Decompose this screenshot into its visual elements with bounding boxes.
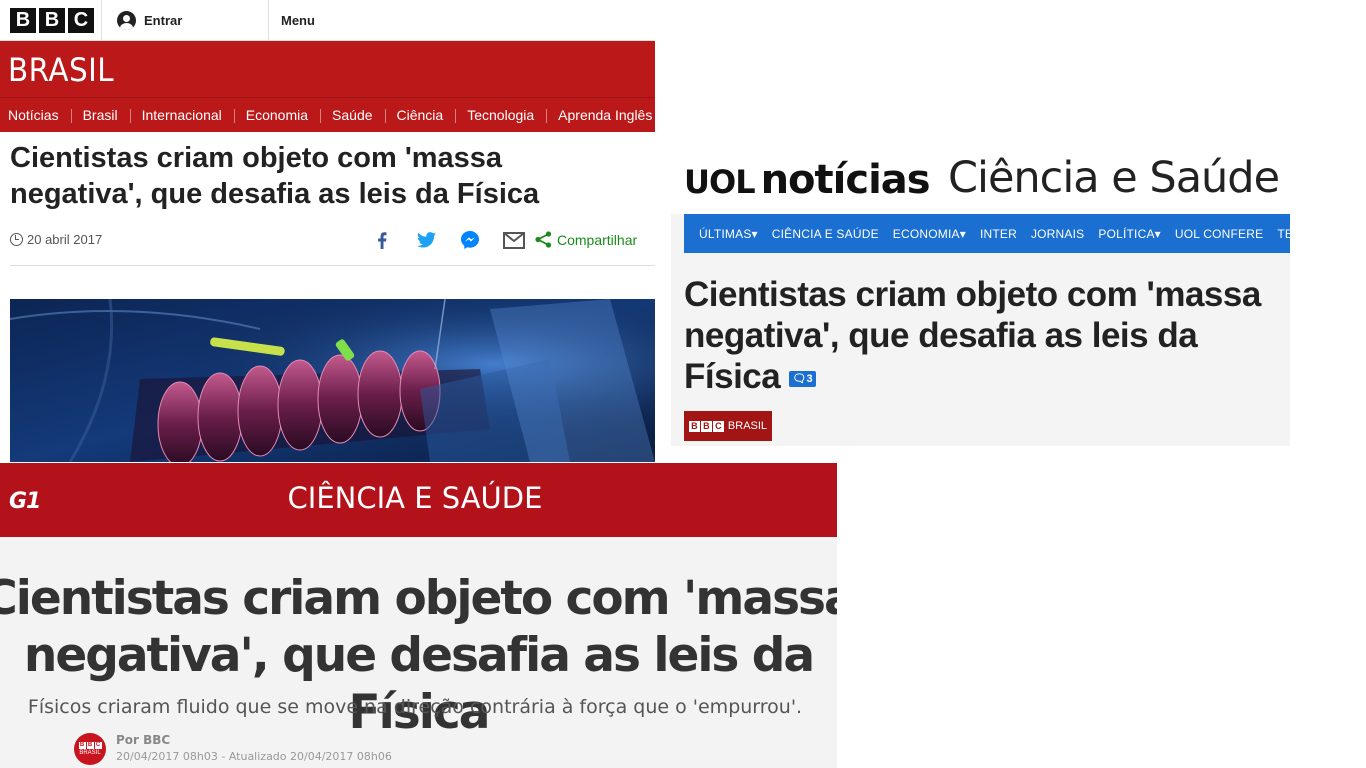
source-label: BRASIL [727, 420, 768, 432]
bbc-logo-letter: C [68, 8, 94, 33]
uol-section-title[interactable]: Ciência e Saúde [948, 153, 1280, 203]
nav-item-politica[interactable]: POLÍTICA▾ [1091, 227, 1168, 241]
nav-item-economia[interactable]: ECONOMIA▾ [886, 227, 973, 241]
nav-item-brasil[interactable]: Brasil [70, 98, 130, 132]
bbc-logo-letter: C [712, 420, 724, 432]
bbc-nav: Notícias Brasil Internacional Economia S… [0, 97, 655, 132]
nav-item-saude[interactable]: Saúde [320, 98, 384, 132]
nav-item-ciencia-e-saude[interactable]: CIÊNCIA E SAÚDE [765, 227, 886, 241]
bbc-brand-bar: BRASIL [0, 41, 655, 97]
divider [268, 0, 269, 41]
nav-item-tecnologia[interactable]: TECNOLOGIA [1270, 227, 1290, 241]
twitter-icon[interactable] [404, 228, 448, 252]
bbc-logo[interactable]: B B C [10, 8, 94, 33]
g1-subtitle: Físicos criaram fluido que se move na di… [27, 696, 803, 718]
bbc-mini-logo: B B C [78, 742, 102, 749]
comments-badge[interactable]: 🗨3 [789, 370, 816, 387]
bbc-logo-letter: B [688, 420, 700, 432]
uol-headline: Cientistas criam objeto com 'massa negat… [684, 274, 1284, 397]
nav-item-ultimas[interactable]: ÚLTIMAS▾ [684, 227, 765, 241]
share-icons [360, 228, 536, 252]
article-date: 20 abril 2017 [10, 232, 102, 247]
bbc-mini-logo: B B C [688, 420, 724, 432]
bbc-logo-letter: B [86, 742, 94, 749]
bbc-article-panel: B B C Entrar Menu BRASIL Notícias Brasil… [0, 0, 655, 462]
nav-item-economia[interactable]: Economia [233, 98, 320, 132]
nav-item-jornais[interactable]: JORNAIS [1024, 227, 1091, 241]
author: Por BBC [116, 733, 171, 747]
bbc-logo-letter: B [39, 8, 65, 33]
share-button[interactable]: Compartilhar [535, 231, 637, 248]
email-icon[interactable] [492, 228, 536, 252]
uol-header: UOL notícias Ciência e Saúde [671, 149, 1290, 214]
bbc-headline: Cientistas criam objeto com 'massa negat… [10, 142, 540, 210]
nav-item-aprenda-ingles[interactable]: Aprenda Inglês [546, 98, 655, 132]
bbc-top-bar: B B C Entrar Menu [0, 0, 655, 41]
g1-section-title[interactable]: CIÊNCIA E SAÚDE [0, 481, 830, 515]
nav-item-internacional[interactable]: Internacional [129, 98, 234, 132]
bbc-logo-letter: B [10, 8, 36, 33]
uol-headline-text: Cientistas criam objeto com 'massa negat… [684, 275, 1261, 396]
bbc-logo-letter: B [700, 420, 712, 432]
g1-article-panel: G1 CIÊNCIA E SAÚDE Cientistas criam obje… [0, 463, 837, 768]
uol-logo-brand: UOL [684, 163, 756, 201]
nav-item-noticias[interactable]: Notícias [0, 98, 71, 132]
nav-item-ciencia[interactable]: Ciência [384, 98, 456, 132]
user-icon [117, 11, 136, 30]
bbc-article-meta: 20 abril 2017 Compartilhar [10, 228, 655, 266]
nav-item-inter[interactable]: INTER [973, 227, 1024, 241]
comment-count: 3 [806, 372, 813, 385]
menu-button[interactable]: Menu [281, 13, 315, 28]
publish-dates: 20/04/2017 08h03 - Atualizado 20/04/2017… [116, 750, 392, 763]
uol-logo-word: notícias [760, 157, 931, 203]
avatar-label: BRASIL [79, 750, 101, 756]
g1-header: G1 CIÊNCIA E SAÚDE [0, 463, 837, 537]
clock-icon [10, 233, 23, 246]
divider [101, 0, 102, 41]
facebook-icon[interactable] [360, 228, 404, 252]
bbc-logo-letter: B [78, 742, 86, 749]
signin-label: Entrar [144, 13, 183, 28]
source-badge[interactable]: B B C BRASIL [684, 411, 772, 441]
share-icon [535, 231, 552, 248]
uol-nav: ÚLTIMAS▾ CIÊNCIA E SAÚDE ECONOMIA▾ INTER… [684, 214, 1290, 253]
nav-item-uol-confere[interactable]: UOL CONFERE [1168, 227, 1270, 241]
avatar[interactable]: B B C BRASIL [74, 733, 106, 765]
article-photo [10, 299, 655, 462]
comment-icon: 🗨 [792, 372, 807, 385]
uol-article-panel: UOL notícias Ciência e Saúde ÚLTIMAS▾ CIÊ… [671, 149, 1290, 446]
nav-item-tecnologia[interactable]: Tecnologia [455, 98, 546, 132]
bbc-logo-letter: C [94, 742, 102, 749]
uol-logo[interactable]: UOL notícias [684, 157, 931, 203]
signin-button[interactable]: Entrar [117, 11, 182, 30]
date-text: 20 abril 2017 [27, 232, 103, 247]
bbc-brand-title[interactable]: BRASIL [8, 51, 114, 89]
share-label: Compartilhar [557, 231, 638, 248]
messenger-icon[interactable] [448, 228, 492, 252]
